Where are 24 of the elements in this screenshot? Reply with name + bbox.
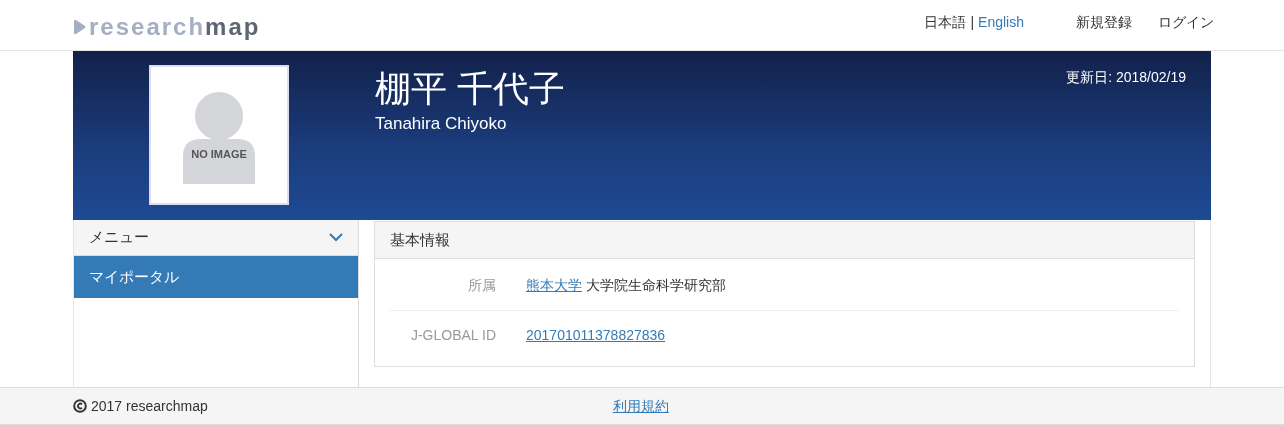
terms-link[interactable]: 利用規約 [612, 395, 669, 417]
copyright-text: 2017 researchmap [91, 396, 208, 416]
chevron-down-icon [329, 233, 343, 242]
sidebar-item[interactable]: マイポータル [74, 256, 358, 298]
no-image-text: NO IMAGE [190, 147, 248, 162]
field-value: 大学院生命科学研究部 [586, 276, 726, 295]
field-label: J-GLOBAL ID [409, 326, 496, 345]
field-link[interactable]: 201701011378827836 [526, 325, 666, 346]
profile-name-english: Tanahira Chiyoko [375, 113, 508, 135]
language-link[interactable]: 日本語 [924, 11, 967, 33]
profile-name: 棚平 千代子 [375, 67, 565, 111]
play-icon [73, 19, 86, 35]
language-link[interactable]: English [978, 11, 1024, 33]
updated-date: 更新日: 2018/02/19 [1066, 68, 1186, 87]
logo[interactable]: researchmap [89, 15, 261, 39]
language-separator: | [970, 12, 975, 32]
nav-link[interactable]: 新規登録 [1076, 11, 1132, 33]
panel-title: 基本情報 [390, 229, 450, 250]
nav-link[interactable]: ログイン [1158, 11, 1214, 33]
menu-title: メニュー [89, 227, 149, 248]
field-label: 所属 [467, 276, 496, 295]
menu-header[interactable]: メニュー [74, 220, 358, 256]
field-link[interactable]: 熊本大学 [526, 275, 582, 296]
copyright-icon [73, 399, 87, 413]
